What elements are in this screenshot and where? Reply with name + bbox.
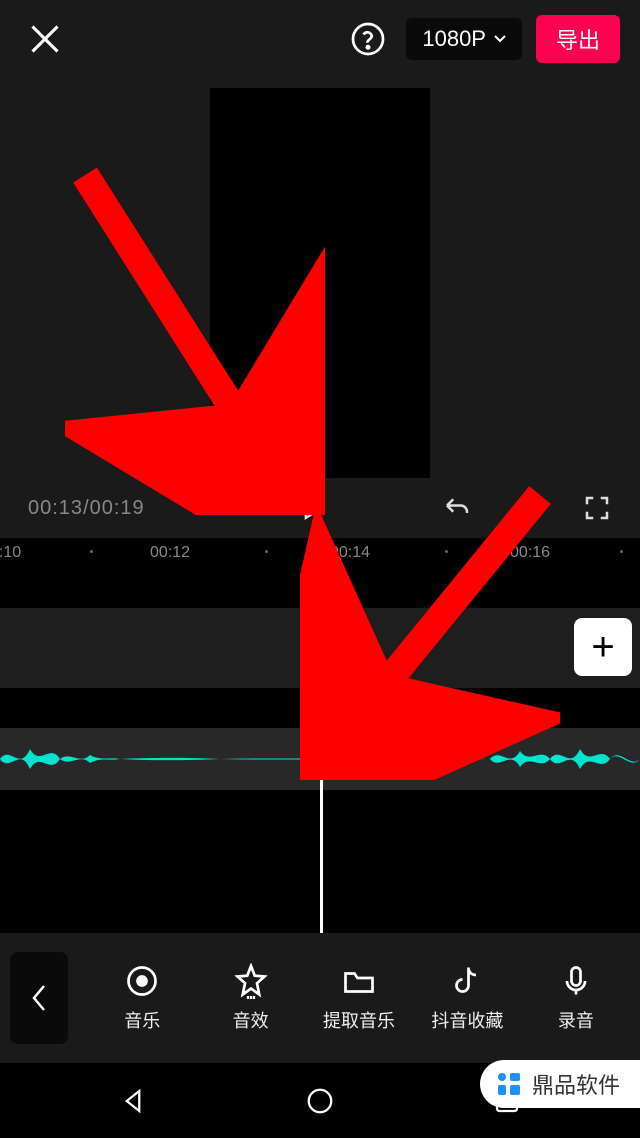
header-bar: 1080P 导出 <box>0 0 640 78</box>
music-tool[interactable]: 音乐 <box>88 963 196 1033</box>
ruler-dot <box>90 550 93 553</box>
back-button[interactable] <box>10 952 68 1044</box>
ruler-dot <box>620 550 623 553</box>
playback-controls: 00:13/00:19 <box>0 478 640 538</box>
fullscreen-icon[interactable] <box>582 493 612 523</box>
ruler-tick: 0:10 <box>0 544 21 562</box>
watermark-logo-icon <box>494 1069 524 1099</box>
ruler-tick: 00:12 <box>150 544 190 562</box>
preview-area <box>0 78 640 478</box>
timeline[interactable]: 0:10 00:12 00:14 00:16 + <box>0 538 640 933</box>
help-icon[interactable] <box>350 21 386 57</box>
record-tool[interactable]: 录音 <box>522 963 630 1033</box>
extract-tool[interactable]: 提取音乐 <box>305 963 413 1033</box>
star-icon <box>233 963 269 999</box>
ruler-tick: 00:16 <box>510 544 550 562</box>
resolution-dropdown[interactable]: 1080P <box>406 18 522 60</box>
timeline-ruler[interactable]: 0:10 00:12 00:14 00:16 <box>0 538 640 568</box>
nav-home-icon[interactable] <box>305 1086 335 1116</box>
chevron-down-icon <box>494 35 506 43</box>
douyin-tool[interactable]: 抖音收藏 <box>413 963 521 1033</box>
plus-icon: + <box>591 625 614 670</box>
undo-icon[interactable] <box>442 493 472 523</box>
ruler-tick: 00:14 <box>330 544 370 562</box>
add-clip-button[interactable]: + <box>574 618 632 676</box>
effects-label: 音效 <box>233 1007 269 1033</box>
music-label: 音乐 <box>124 1007 160 1033</box>
nav-back-icon[interactable] <box>118 1086 148 1116</box>
play-icon[interactable] <box>297 493 327 523</box>
ruler-dot <box>445 550 448 553</box>
redo-icon[interactable] <box>512 493 542 523</box>
bottom-toolbar: 音乐 音效 提取音乐 抖音收藏 录音 <box>0 933 640 1063</box>
douyin-icon <box>449 963 485 999</box>
microphone-icon <box>558 963 594 999</box>
extract-label: 提取音乐 <box>323 1007 395 1033</box>
chevron-left-icon <box>30 983 48 1013</box>
music-icon <box>124 963 160 999</box>
close-icon[interactable] <box>20 14 70 64</box>
watermark: 鼎品软件 <box>480 1060 640 1108</box>
export-button[interactable]: 导出 <box>536 15 620 63</box>
effects-tool[interactable]: 音效 <box>196 963 304 1033</box>
folder-icon <box>341 963 377 999</box>
playhead[interactable] <box>320 568 323 933</box>
timecode-display: 00:13/00:19 <box>28 497 145 520</box>
ruler-dot <box>265 550 268 553</box>
watermark-text: 鼎品软件 <box>532 1068 620 1100</box>
video-preview[interactable] <box>210 88 430 478</box>
resolution-label: 1080P <box>422 26 486 52</box>
record-label: 录音 <box>558 1007 594 1033</box>
douyin-label: 抖音收藏 <box>431 1007 503 1033</box>
